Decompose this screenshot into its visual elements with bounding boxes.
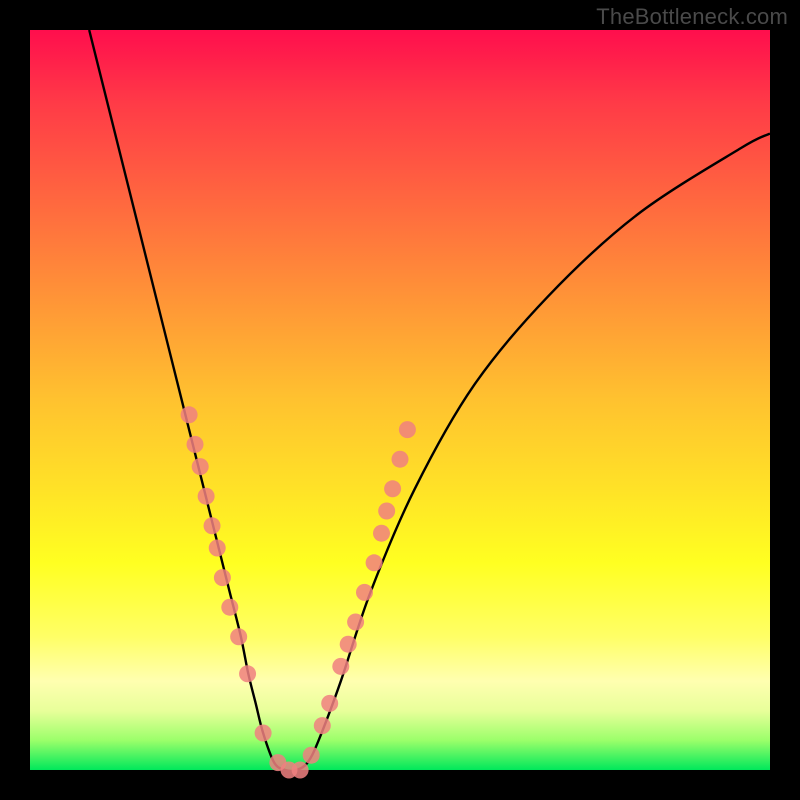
- data-dot: [192, 458, 209, 475]
- plot-area: [30, 30, 770, 770]
- data-dot: [373, 525, 390, 542]
- data-dot: [356, 584, 373, 601]
- bottleneck-curve: [89, 30, 770, 771]
- data-dot: [392, 451, 409, 468]
- data-dot: [204, 517, 221, 534]
- chart-frame: TheBottleneck.com: [0, 0, 800, 800]
- data-dot: [198, 488, 215, 505]
- data-dot: [321, 695, 338, 712]
- data-dot: [209, 540, 226, 557]
- data-dot: [221, 599, 238, 616]
- data-dot: [214, 569, 231, 586]
- data-dot: [187, 436, 204, 453]
- data-dot: [366, 554, 383, 571]
- data-dot: [314, 717, 331, 734]
- data-dot: [347, 614, 364, 631]
- data-dot: [292, 762, 309, 779]
- data-dot: [399, 421, 416, 438]
- data-dot: [255, 725, 272, 742]
- data-dot: [332, 658, 349, 675]
- data-dot: [230, 628, 247, 645]
- data-dot: [181, 406, 198, 423]
- data-dot: [378, 503, 395, 520]
- data-dot: [239, 665, 256, 682]
- data-dot: [384, 480, 401, 497]
- curve-svg: [30, 30, 770, 770]
- watermark-text: TheBottleneck.com: [596, 4, 788, 30]
- data-dot: [340, 636, 357, 653]
- data-dot: [303, 747, 320, 764]
- data-dots: [181, 406, 416, 778]
